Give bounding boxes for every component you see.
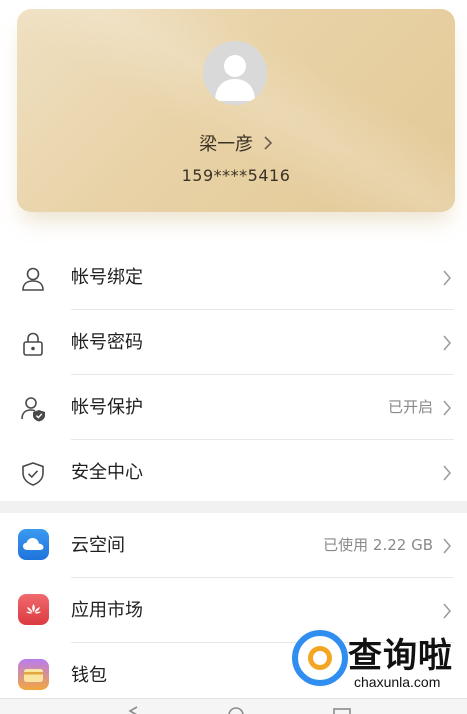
- watermark-text: 查询啦: [348, 636, 453, 676]
- list-item-security-center[interactable]: 安全中心: [0, 440, 467, 505]
- chevron-right-icon: [263, 135, 273, 156]
- navigation-buttons-icon: [128, 706, 351, 714]
- watermark-domain: chaxunla.com: [354, 674, 441, 690]
- system-navigation-bar: [0, 698, 467, 714]
- protection-status: 已开启: [387, 398, 433, 416]
- user-name: 梁一彦: [199, 134, 254, 155]
- list-item-account-protection[interactable]: 帐号保护 已开启: [0, 375, 467, 440]
- chevron-right-icon: [442, 464, 452, 482]
- chevron-right-icon: [442, 269, 452, 287]
- list-item-label: 应用市场: [71, 600, 143, 621]
- wallet-app-icon: [18, 659, 49, 690]
- account-settings-list: 帐号绑定 帐号密码 帐号保护 已开启 安全中心: [0, 245, 467, 505]
- chevron-right-icon: [442, 334, 452, 352]
- list-item-label: 帐号绑定: [71, 267, 143, 288]
- list-item-label: 云空间: [71, 535, 125, 556]
- list-item-account-binding[interactable]: 帐号绑定: [0, 245, 467, 310]
- chevron-right-icon: [442, 399, 452, 417]
- list-item-cloud[interactable]: 云空间 已使用 2.22 GB: [0, 513, 467, 578]
- storage-usage: 已使用 2.22 GB: [323, 536, 433, 554]
- section-divider: [0, 501, 467, 513]
- default-avatar-icon: [203, 41, 267, 105]
- avatar[interactable]: [203, 41, 267, 105]
- list-item-account-password[interactable]: 帐号密码: [0, 310, 467, 375]
- chevron-right-icon: [442, 537, 452, 555]
- appgallery-app-icon: [18, 594, 49, 625]
- person-shield-icon: [19, 395, 47, 423]
- watermark-logo-icon: [292, 630, 348, 686]
- list-item-label: 安全中心: [71, 462, 143, 483]
- person-icon: [19, 265, 47, 293]
- cloud-app-icon: [18, 529, 49, 560]
- lock-icon: [19, 330, 47, 358]
- user-name-row[interactable]: 梁一彦: [17, 130, 455, 156]
- shield-check-icon: [19, 460, 47, 488]
- list-item-label: 帐号保护: [71, 397, 143, 418]
- phone-number: 159****5416: [181, 166, 291, 185]
- profile-card[interactable]: 梁一彦 159****5416: [17, 9, 455, 212]
- watermark: 查询啦 chaxunla.com: [292, 628, 462, 694]
- chevron-right-icon: [442, 602, 452, 620]
- list-item-label: 帐号密码: [71, 332, 143, 353]
